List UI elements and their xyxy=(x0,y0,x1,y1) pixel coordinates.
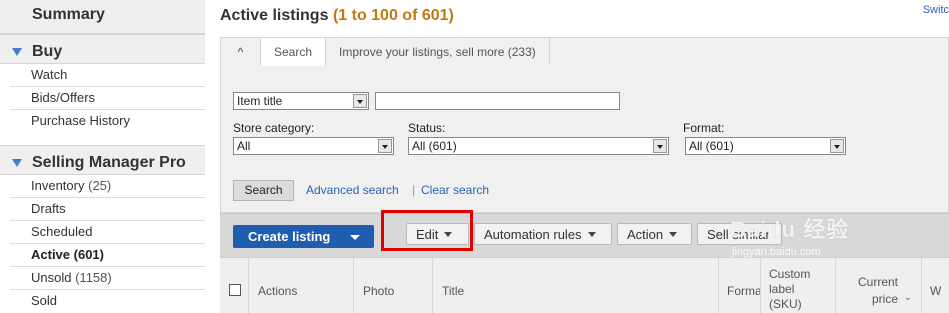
sidebar-item-label: Unsold xyxy=(31,270,72,285)
create-listing-label: Create listing xyxy=(248,229,331,244)
dropdown-arrow-icon xyxy=(378,139,392,153)
search-input[interactable] xyxy=(375,92,620,110)
column-custom-label-line1: Custom xyxy=(769,267,811,281)
sidebar-gap xyxy=(0,133,205,145)
search-tabs: ^ Search Improve your listings, sell mor… xyxy=(221,38,550,66)
link-separator: | xyxy=(412,183,416,197)
column-title[interactable]: Title xyxy=(432,258,718,313)
column-photo-label: Photo xyxy=(363,284,395,298)
sidebar-item-count: (1158) xyxy=(75,270,112,285)
store-category-select[interactable]: All xyxy=(233,137,394,155)
search-panel: ^ Search Improve your listings, sell mor… xyxy=(220,37,949,213)
column-title-label: Title xyxy=(442,284,465,298)
action-label: Action xyxy=(627,227,664,242)
sidebar-item-active[interactable]: Active (601) xyxy=(10,244,205,267)
sort-chevron-down-icon: ⌄ xyxy=(904,292,912,302)
format-select[interactable]: All (601) xyxy=(685,137,846,155)
automation-rules-button[interactable]: Automation rules xyxy=(474,223,612,245)
chevron-down-icon xyxy=(350,235,360,240)
chevron-down-icon xyxy=(587,232,596,237)
sidebar-summary[interactable]: Summary xyxy=(0,0,205,34)
clear-search-link[interactable]: Clear search xyxy=(421,183,489,197)
column-last[interactable]: W xyxy=(921,258,949,313)
action-button[interactable]: Action xyxy=(617,223,692,245)
column-custom-label-line3: (SKU) xyxy=(769,297,802,311)
buy-items: Watch Bids/Offers Purchase History xyxy=(0,64,205,133)
search-button[interactable]: Search xyxy=(233,180,294,201)
sidebar-item-scheduled[interactable]: Scheduled xyxy=(10,221,205,244)
column-current-price[interactable]: Current price ⌄ xyxy=(835,258,921,313)
collapse-toggle-button[interactable]: ^ xyxy=(221,38,261,65)
chevron-up-icon: ^ xyxy=(237,44,244,59)
column-last-label: W xyxy=(930,284,942,298)
sidebar-item-label: Inventory xyxy=(31,178,85,193)
sidebar-section-selling-label: Selling Manager Pro xyxy=(32,154,186,171)
page-title-text: Active listings xyxy=(220,7,329,24)
select-all-checkbox[interactable] xyxy=(229,284,241,296)
dropdown-arrow-icon xyxy=(830,139,844,153)
sidebar-item-bids-offers[interactable]: Bids/Offers xyxy=(10,87,205,110)
column-actions[interactable]: Actions xyxy=(248,258,353,313)
tab-search[interactable]: Search xyxy=(261,38,327,66)
dropdown-arrow-icon xyxy=(653,139,667,153)
column-actions-label: Actions xyxy=(258,284,298,298)
search-field-select-value: Item title xyxy=(237,94,283,108)
search-field-select[interactable]: Item title xyxy=(233,92,369,110)
status-select[interactable]: All (601) xyxy=(408,137,669,155)
store-category-value: All xyxy=(237,139,251,153)
column-custom-label[interactable]: Custom label (SKU) xyxy=(760,258,835,313)
baidu-watermark-sub: jingyan.baidu.com xyxy=(732,246,821,258)
sidebar-item-purchase-history[interactable]: Purchase History xyxy=(10,110,205,133)
automation-rules-label: Automation rules xyxy=(484,227,582,242)
listing-range: (1 to 100 of 601) xyxy=(332,7,454,24)
column-current-price-line2: price xyxy=(872,292,899,306)
baidu-watermark: Baidu 经验 xyxy=(730,217,850,242)
sidebar-item-inventory[interactable]: Inventory (25) xyxy=(10,175,205,198)
edit-highlight-box xyxy=(381,210,473,251)
sidebar-section-buy-label: Buy xyxy=(32,43,63,60)
collapse-triangle-icon xyxy=(12,48,22,56)
sidebar-item-unsold[interactable]: Unsold (1158) xyxy=(10,267,205,290)
format-label: Format: xyxy=(683,121,725,135)
advanced-search-link[interactable]: Advanced search xyxy=(306,183,399,197)
sidebar-item-sold[interactable]: Sold xyxy=(10,290,205,313)
store-category-label: Store category: xyxy=(233,121,315,135)
chevron-down-icon xyxy=(669,232,678,237)
page-title: Active listings (1 to 100 of 601) xyxy=(220,7,454,25)
format-value: All (601) xyxy=(689,139,734,153)
column-format[interactable]: Forma xyxy=(718,258,760,313)
collapse-triangle-icon xyxy=(12,159,22,167)
listing-table-header: Actions Photo Title Forma Custom label (… xyxy=(220,257,949,313)
sidebar-item-watch[interactable]: Watch xyxy=(10,64,205,87)
column-current-price-line1: Current xyxy=(858,275,899,289)
switch-link[interactable]: Switc xyxy=(923,4,949,16)
create-listing-button[interactable]: Create listing xyxy=(233,225,374,248)
dropdown-arrow-icon xyxy=(353,94,367,108)
sidebar-section-buy[interactable]: Buy xyxy=(0,34,205,64)
sidebar-item-count: (25) xyxy=(88,178,112,193)
status-label: Status: xyxy=(408,121,446,135)
column-custom-label-line2: label xyxy=(769,282,795,296)
column-photo[interactable]: Photo xyxy=(353,258,432,313)
column-format-label: Forma xyxy=(727,284,760,298)
left-sidebar: Summary Buy Watch Bids/Offers Purchase H… xyxy=(0,0,205,313)
status-value: All (601) xyxy=(412,139,457,153)
sidebar-section-selling-manager-pro[interactable]: Selling Manager Pro xyxy=(0,145,205,175)
sidebar-item-drafts[interactable]: Drafts xyxy=(10,198,205,221)
tab-improve-listings[interactable]: Improve your listings, sell more (233) xyxy=(326,38,550,65)
selling-items: Inventory (25) Drafts Scheduled Active (… xyxy=(0,175,205,313)
